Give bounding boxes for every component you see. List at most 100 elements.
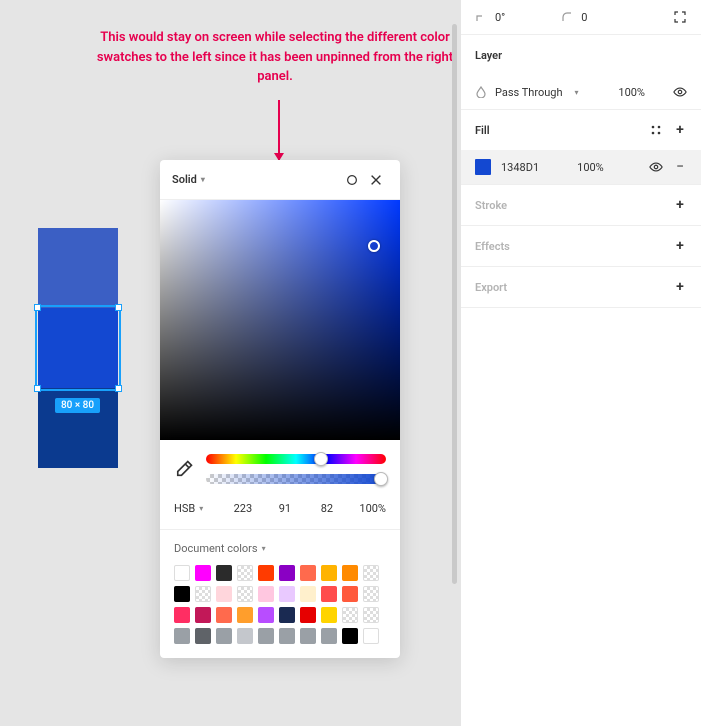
resize-handle[interactable] — [115, 385, 122, 392]
hsb-s-input[interactable]: 91 — [271, 502, 299, 515]
transform-row: 0° 0 — [461, 0, 701, 34]
annotation-text: This would stay on screen while selectin… — [90, 28, 460, 87]
hue-knob[interactable] — [314, 452, 328, 466]
doc-swatch[interactable] — [174, 586, 190, 602]
doc-swatch[interactable] — [195, 607, 211, 623]
add-effect-button[interactable] — [673, 239, 687, 253]
document-colors-dropdown[interactable]: Document colors ▾ — [174, 542, 386, 555]
doc-swatch[interactable] — [300, 607, 316, 623]
canvas-area[interactable] — [38, 228, 118, 468]
hue-slider[interactable] — [206, 454, 386, 464]
rotation-input[interactable]: 0° — [495, 11, 505, 24]
doc-swatch[interactable] — [363, 607, 379, 623]
add-export-button[interactable] — [673, 280, 687, 294]
doc-swatch[interactable] — [279, 586, 295, 602]
corner-radius-input[interactable]: 0 — [581, 11, 587, 24]
resize-handle[interactable] — [34, 385, 41, 392]
doc-swatch[interactable] — [237, 628, 253, 644]
doc-swatch[interactable] — [342, 565, 358, 581]
doc-swatch[interactable] — [237, 565, 253, 581]
annotation-arrow — [278, 100, 280, 160]
doc-swatch[interactable] — [216, 586, 232, 602]
doc-swatch[interactable] — [195, 586, 211, 602]
doc-swatch[interactable] — [363, 628, 379, 644]
doc-swatch[interactable] — [342, 607, 358, 623]
sv-handle[interactable] — [368, 240, 380, 252]
color-picker-panel: Solid ▾ HSB ▾ 223 91 82 100% — [160, 160, 400, 658]
opacity-input[interactable]: 100% — [347, 502, 386, 515]
doc-swatch[interactable] — [174, 628, 190, 644]
close-icon[interactable] — [364, 168, 388, 192]
doc-swatch[interactable] — [300, 565, 316, 581]
selection-size-badge: 80 × 80 — [55, 398, 100, 413]
doc-swatch[interactable] — [237, 586, 253, 602]
doc-swatch[interactable] — [279, 565, 295, 581]
independent-corners-icon[interactable] — [673, 10, 687, 24]
doc-swatch[interactable] — [321, 565, 337, 581]
doc-swatch[interactable] — [342, 586, 358, 602]
color-mode-dropdown[interactable]: HSB ▾ — [174, 502, 223, 515]
doc-swatch[interactable] — [363, 586, 379, 602]
eyedropper-icon[interactable] — [174, 459, 194, 479]
doc-swatch[interactable] — [279, 628, 295, 644]
add-stroke-button[interactable] — [673, 198, 687, 212]
layer-opacity-input[interactable]: 100% — [618, 86, 645, 99]
doc-swatch[interactable] — [216, 607, 232, 623]
doc-swatch[interactable] — [321, 586, 337, 602]
remove-fill-button[interactable] — [673, 160, 687, 174]
document-colors-label: Document colors — [174, 542, 258, 555]
doc-swatch[interactable] — [174, 607, 190, 623]
fill-type-dropdown[interactable]: Solid ▾ — [172, 173, 205, 186]
styles-icon[interactable] — [340, 168, 364, 192]
saturation-value-field[interactable] — [160, 200, 400, 440]
color-mode-label: HSB — [174, 502, 195, 515]
doc-swatch[interactable] — [300, 586, 316, 602]
style-four-dot-icon[interactable] — [649, 123, 663, 137]
visibility-icon[interactable] — [649, 160, 663, 174]
properties-panel: 0° 0 Layer Pass Through ▾ 100% Fill — [460, 0, 701, 726]
fill-hex-input[interactable]: 1348D1 — [501, 161, 539, 174]
doc-swatch[interactable] — [216, 628, 232, 644]
hsb-b-input[interactable]: 82 — [313, 502, 341, 515]
doc-swatch[interactable] — [216, 565, 232, 581]
resize-handle[interactable] — [34, 304, 41, 311]
chevron-down-icon: ▾ — [262, 544, 266, 553]
doc-swatch[interactable] — [237, 607, 253, 623]
resize-handle[interactable] — [115, 304, 122, 311]
blend-mode-dropdown[interactable]: Pass Through — [495, 86, 563, 99]
alpha-slider[interactable] — [206, 474, 386, 484]
scrollbar-thumb[interactable] — [452, 24, 457, 584]
doc-swatch[interactable] — [195, 628, 211, 644]
export-label: Export — [475, 281, 507, 294]
doc-swatch[interactable] — [258, 586, 274, 602]
doc-swatch[interactable] — [258, 628, 274, 644]
fill-opacity-input[interactable]: 100% — [577, 161, 604, 174]
doc-swatch[interactable] — [342, 628, 358, 644]
doc-swatch[interactable] — [321, 607, 337, 623]
canvas-swatch[interactable] — [38, 228, 118, 308]
fill-item: 1348D1 100% — [461, 150, 701, 184]
blend-mode-row: Pass Through ▾ 100% — [461, 75, 701, 109]
stroke-section-header: Stroke — [461, 185, 701, 225]
picker-header: Solid ▾ — [160, 160, 400, 200]
add-fill-button[interactable] — [673, 123, 687, 137]
rotation-icon — [475, 11, 487, 23]
chevron-down-icon: ▾ — [199, 504, 203, 513]
fill-type-label: Solid — [172, 173, 197, 186]
doc-swatch[interactable] — [174, 565, 190, 581]
doc-swatch[interactable] — [195, 565, 211, 581]
alpha-knob[interactable] — [374, 472, 388, 486]
stroke-label: Stroke — [475, 199, 507, 212]
fill-label: Fill — [475, 124, 490, 137]
fill-color-chip[interactable] — [475, 159, 491, 175]
canvas-swatch-selected[interactable] — [38, 308, 118, 388]
doc-swatch[interactable] — [321, 628, 337, 644]
doc-swatch[interactable] — [300, 628, 316, 644]
doc-swatch[interactable] — [363, 565, 379, 581]
hsb-h-input[interactable]: 223 — [229, 502, 257, 515]
doc-swatch[interactable] — [258, 565, 274, 581]
visibility-icon[interactable] — [673, 85, 687, 99]
doc-swatch[interactable] — [258, 607, 274, 623]
corner-radius-icon — [561, 11, 573, 23]
doc-swatch[interactable] — [279, 607, 295, 623]
